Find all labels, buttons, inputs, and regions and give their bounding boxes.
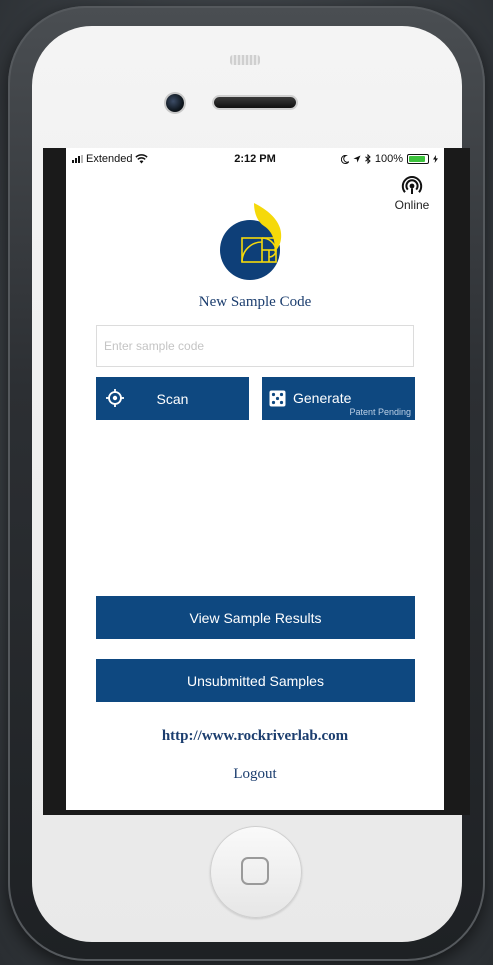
battery-icon bbox=[407, 154, 429, 164]
bluetooth-icon bbox=[365, 154, 371, 164]
rock-river-lab-logo bbox=[220, 203, 282, 280]
status-right: 100% bbox=[340, 153, 438, 165]
scan-label: Scan bbox=[156, 391, 189, 407]
broadcast-icon bbox=[401, 176, 423, 194]
home-square-icon bbox=[241, 857, 269, 885]
battery-percent: 100% bbox=[374, 153, 403, 165]
view-sample-results-button[interactable]: View Sample Results bbox=[96, 596, 415, 639]
front-camera bbox=[166, 94, 184, 112]
status-bar: Extended 2:12 PM 100% bbox=[66, 152, 444, 168]
page-title: New Sample Code bbox=[198, 294, 312, 310]
app-screen: Extended 2:12 PM 100% Online New Sample … bbox=[66, 148, 444, 810]
generate-label: Generate bbox=[293, 390, 352, 406]
scan-button[interactable]: Scan bbox=[96, 377, 249, 420]
patent-pending-note: Patent Pending bbox=[349, 407, 411, 417]
connection-status[interactable]: Online bbox=[390, 176, 434, 212]
earpiece-speaker bbox=[214, 97, 296, 108]
speaker-grill bbox=[230, 55, 260, 65]
logout-link[interactable]: Logout bbox=[66, 766, 444, 783]
unsubmitted-samples-button[interactable]: Unsubmitted Samples bbox=[96, 659, 415, 702]
location-arrow-icon bbox=[353, 155, 361, 163]
sample-code-input[interactable] bbox=[96, 325, 414, 367]
charging-bolt-icon bbox=[433, 155, 438, 163]
generate-button[interactable]: Generate Patent Pending bbox=[262, 377, 415, 420]
connection-label: Online bbox=[394, 198, 430, 212]
website-link[interactable]: http://www.rockriverlab.com bbox=[66, 728, 444, 745]
dice-icon bbox=[269, 390, 286, 407]
home-button[interactable] bbox=[210, 826, 302, 918]
do-not-disturb-icon bbox=[340, 154, 349, 164]
